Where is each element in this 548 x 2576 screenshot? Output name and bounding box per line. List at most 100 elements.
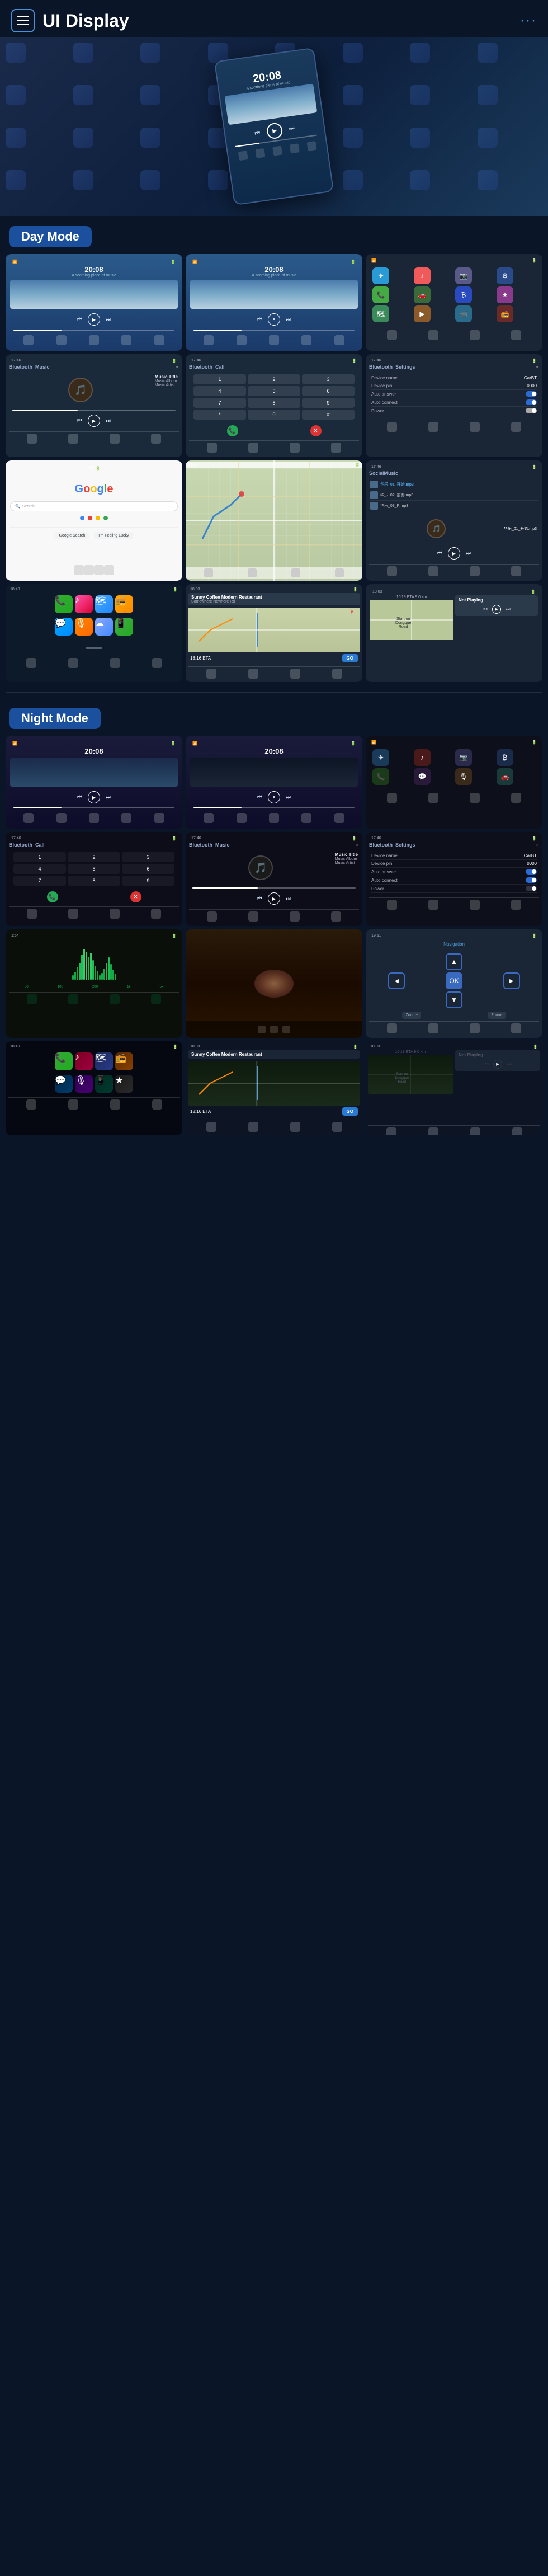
nrbi-3[interactable] — [470, 1023, 480, 1033]
night-play-1[interactable]: ▶ — [88, 791, 100, 803]
night-bia-3[interactable] — [470, 793, 480, 803]
key-0[interactable]: 0 — [248, 410, 300, 420]
player-controls-2[interactable]: ⏮ ⏸ ⏭ — [190, 311, 358, 328]
carplay-extra-3[interactable]: 📱 — [115, 618, 133, 636]
night-bt-prev[interactable]: ⏮ — [257, 895, 262, 902]
bibtm-2[interactable] — [68, 434, 78, 444]
bi-1[interactable] — [23, 335, 34, 345]
night-btc-3[interactable] — [110, 909, 120, 919]
bt-prev[interactable]: ⏮ — [77, 417, 82, 425]
nbi-1-2[interactable] — [56, 813, 67, 823]
nbi-1-1[interactable] — [23, 813, 34, 823]
nav-arrows[interactable]: ▲ ◄ OK ► ▼ — [369, 953, 539, 1008]
nrbi-4[interactable] — [511, 1023, 521, 1033]
key-9[interactable]: 9 — [302, 398, 355, 408]
night-end-call[interactable]: ✕ — [130, 891, 141, 902]
gbi-1[interactable] — [74, 565, 84, 575]
cpbi-2[interactable] — [68, 658, 78, 668]
nbi-1-3[interactable] — [89, 813, 99, 823]
social-next[interactable]: ⏭ — [466, 550, 471, 557]
key-star[interactable]: * — [193, 410, 246, 420]
bi-3[interactable] — [89, 335, 99, 345]
nbi-2-2[interactable] — [237, 813, 247, 823]
music-item-1[interactable]: 华乐_01_开始.mp3 — [370, 480, 538, 490]
bi-2[interactable] — [56, 335, 67, 345]
cpbi-3[interactable] — [110, 658, 120, 668]
night-np-play[interactable]: ▶ — [493, 1060, 502, 1069]
bia-3[interactable] — [470, 330, 480, 340]
social-controls[interactable]: ⏮ ▶ ⏭ — [369, 545, 539, 562]
nbi-2-3[interactable] — [269, 813, 279, 823]
app-radio[interactable]: 📻 — [497, 305, 513, 322]
app-carplay[interactable]: 🚗 — [414, 286, 431, 303]
carplay-podcast[interactable]: 📻 — [115, 595, 133, 613]
carplay-music[interactable]: ♪ — [75, 595, 93, 613]
arrow-up[interactable]: ▲ — [446, 953, 462, 970]
night-bia-4[interactable] — [511, 793, 521, 803]
night-key-7[interactable]: 7 — [13, 876, 66, 886]
road-fn-2[interactable]: Zoom- — [488, 1012, 506, 1019]
next-btn-2[interactable]: ⏭ — [286, 316, 291, 323]
app-phone[interactable]: 📞 — [372, 286, 389, 303]
next-btn-1[interactable]: ⏭ — [106, 316, 111, 323]
night-play-2[interactable]: ⏸ — [268, 791, 280, 803]
play-btn-2[interactable]: ⏸ — [268, 313, 280, 326]
night-np-next[interactable]: ⏭ — [507, 1061, 512, 1068]
call-actions[interactable]: 📞 ✕ — [189, 424, 359, 438]
night-npbi-4[interactable] — [512, 1127, 522, 1135]
night-key-3[interactable]: 3 — [122, 852, 174, 862]
hamburger-icon[interactable] — [11, 9, 35, 32]
nbi-1-5[interactable] — [154, 813, 164, 823]
prev-btn-1[interactable]: ⏮ — [77, 316, 82, 323]
night-key-1[interactable]: 1 — [13, 852, 66, 862]
night-bts-4[interactable] — [511, 900, 521, 910]
night-bt-next[interactable]: ⏭ — [286, 895, 291, 902]
bibts-1[interactable] — [387, 422, 397, 432]
wave-bi-1[interactable] — [27, 994, 37, 1004]
night-btc-4[interactable] — [151, 909, 161, 919]
night-call-btn[interactable]: 📞 — [47, 891, 58, 902]
nbi-2-5[interactable] — [334, 813, 344, 823]
night-app-podcast[interactable]: 🎙 — [455, 768, 472, 785]
night-bt-play[interactable]: ▶ — [268, 892, 280, 905]
hero-prev-icon[interactable]: ⏮ — [254, 129, 261, 137]
wave-bi-2[interactable] — [68, 994, 78, 1004]
arrow-right[interactable]: ► — [503, 972, 520, 989]
np-next[interactable]: ⏭ — [506, 607, 511, 613]
night-app-bt[interactable]: ₿ — [497, 749, 513, 766]
key-hash[interactable]: # — [302, 410, 355, 420]
map-icon-1[interactable] — [204, 568, 213, 577]
night-key-6[interactable]: 6 — [122, 864, 174, 874]
night-btm-4[interactable] — [331, 911, 341, 922]
night-player-controls-2[interactable]: ⏮ ⏸ ⏭ — [190, 789, 358, 806]
food-ctrl-2[interactable] — [270, 1026, 278, 1033]
night-app-phone[interactable]: 📞 — [372, 768, 389, 785]
bis-1[interactable] — [387, 566, 397, 576]
app-media[interactable]: ▶ — [414, 305, 431, 322]
bi-2-3[interactable] — [269, 335, 279, 345]
bibts-2[interactable] — [428, 422, 438, 432]
night-btc-1[interactable] — [27, 909, 37, 919]
bia-4[interactable] — [511, 330, 521, 340]
bis-2[interactable] — [428, 566, 438, 576]
night-bts-3[interactable] — [470, 900, 480, 910]
night-prev-1[interactable]: ⏮ — [77, 794, 82, 801]
bibts-3[interactable] — [470, 422, 480, 432]
map-icon-2[interactable] — [248, 568, 257, 577]
night-cpbi-3[interactable] — [110, 1099, 120, 1110]
night-prev-2[interactable]: ⏮ — [257, 794, 262, 801]
night-player-controls-1[interactable]: ⏮ ▶ ⏭ — [10, 789, 178, 806]
bi-2-5[interactable] — [334, 335, 344, 345]
night-key-9[interactable]: 9 — [122, 876, 174, 886]
night-nbi-3[interactable] — [290, 1122, 300, 1132]
bi-2-4[interactable] — [301, 335, 311, 345]
wave-bi-3[interactable] — [110, 994, 120, 1004]
carplay-phone[interactable]: 📞 — [55, 595, 73, 613]
key-7[interactable]: 7 — [193, 398, 246, 408]
night-app-msg[interactable]: 💬 — [414, 768, 431, 785]
arrow-ok[interactable]: OK — [446, 972, 462, 989]
night-bt-controls[interactable]: ⏮ ▶ ⏭ — [189, 890, 359, 907]
bi-5[interactable] — [154, 335, 164, 345]
map-icon-3[interactable] — [291, 568, 300, 577]
night-cpbi-4[interactable] — [152, 1099, 162, 1110]
